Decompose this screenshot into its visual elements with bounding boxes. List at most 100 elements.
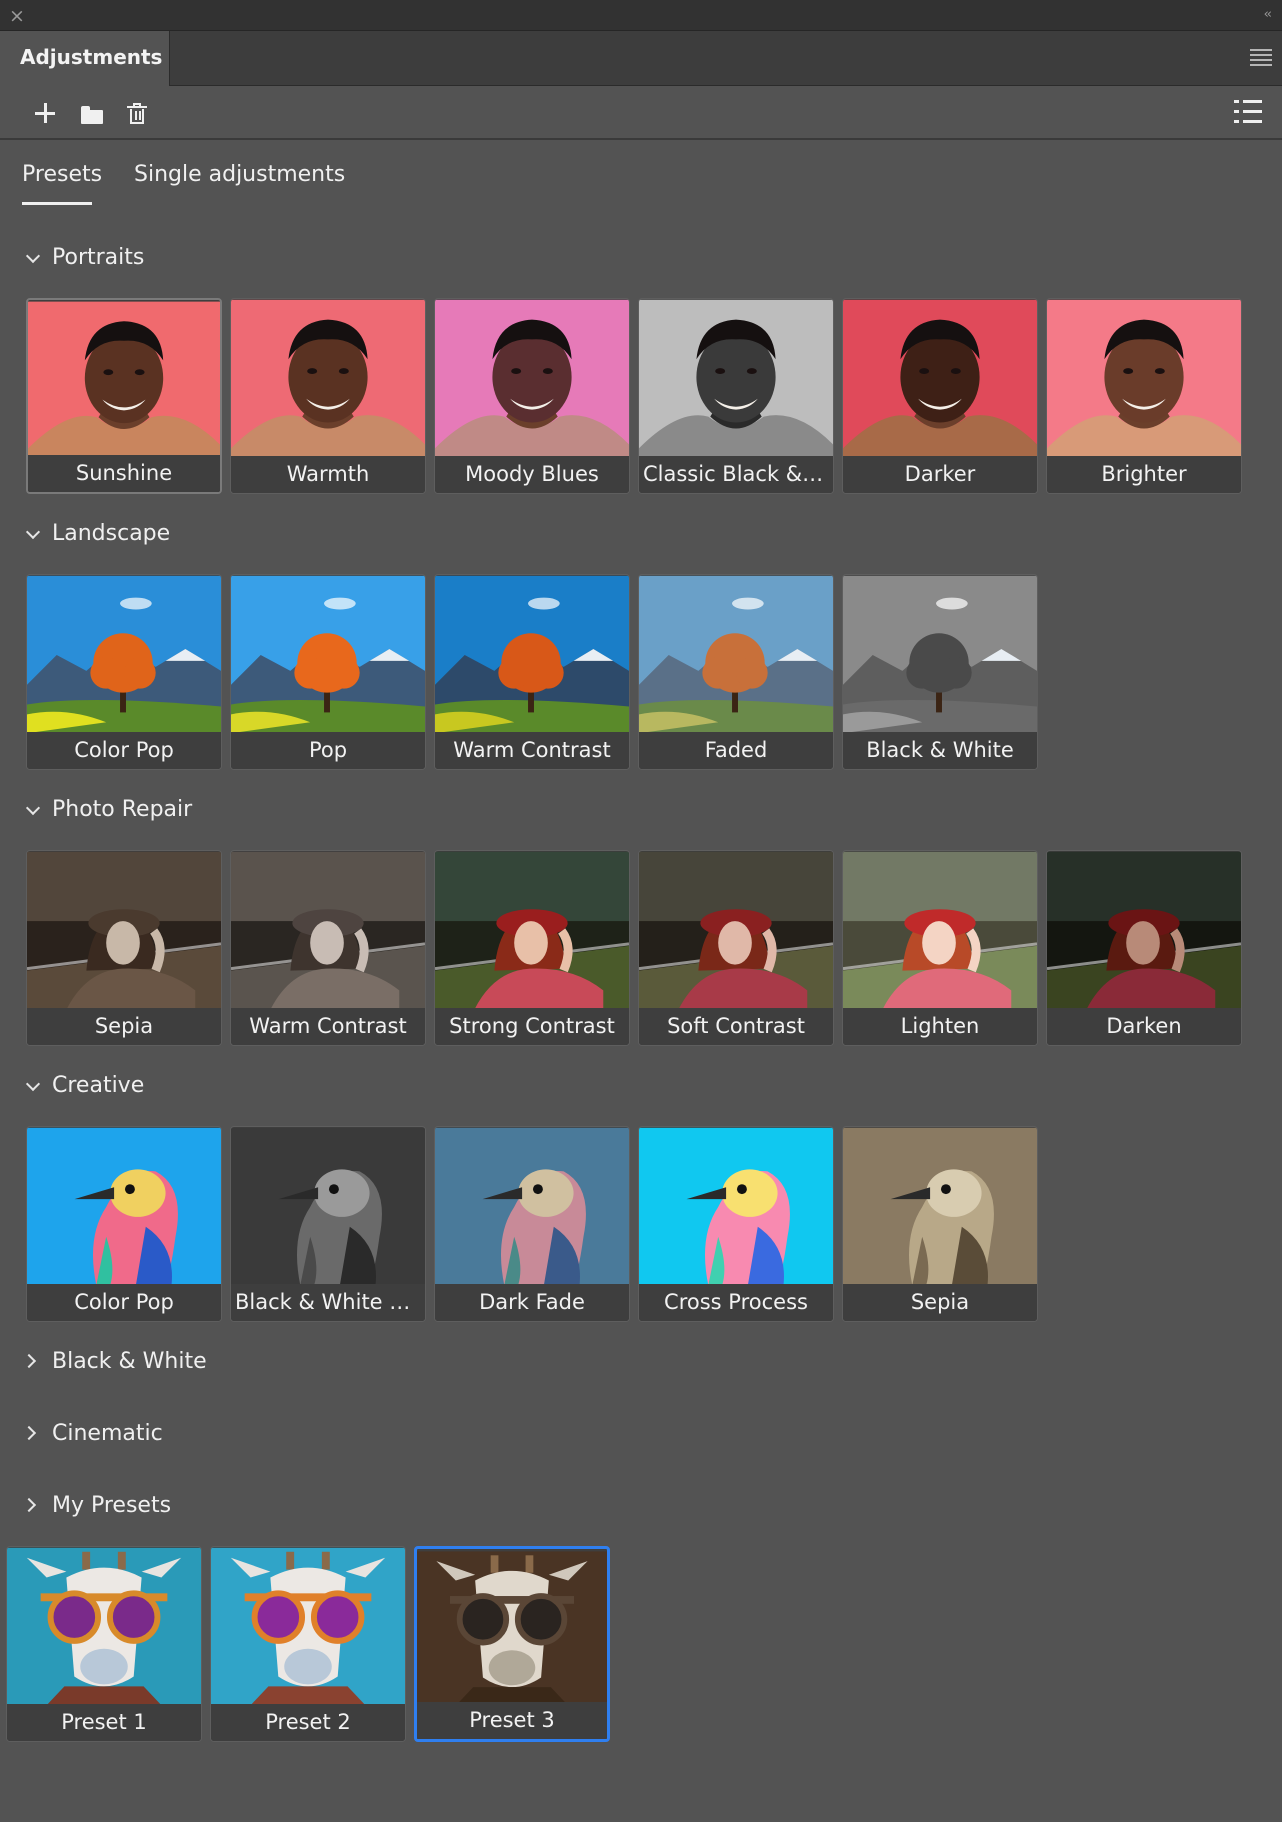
preset-thumbnail — [435, 851, 629, 1010]
section-header-portraits[interactable]: Portraits — [24, 243, 144, 273]
preset-label: Sunshine — [28, 455, 220, 492]
section-title: Creative — [52, 1073, 145, 1098]
folder-icon[interactable] — [78, 98, 108, 128]
close-icon[interactable]: × — [9, 4, 25, 28]
preset-label: Brighter — [1047, 456, 1241, 493]
preset-thumbnail — [231, 1127, 425, 1286]
preset-thumbnail — [1047, 299, 1241, 458]
preset-card[interactable]: Darken — [1046, 850, 1242, 1046]
preset-label: Pop — [231, 732, 425, 769]
preset-label: Darken — [1047, 1008, 1241, 1045]
section-header-black-white[interactable]: Black & White — [21, 1347, 207, 1377]
panel-title-tab[interactable]: Adjustments — [0, 31, 170, 86]
list-view-icon[interactable] — [1234, 98, 1262, 126]
preset-label: Moody Blues — [435, 456, 629, 493]
preset-card[interactable]: Sunshine — [26, 298, 222, 494]
chevron-down-icon — [25, 800, 41, 815]
preset-thumbnail — [231, 575, 425, 734]
preset-card[interactable]: Black & White Ne... — [230, 1126, 426, 1322]
preset-card[interactable]: Soft Contrast — [638, 850, 834, 1046]
preset-label: Color Pop — [27, 732, 221, 769]
preset-card[interactable]: Pop — [230, 574, 426, 770]
preset-label: Warm Contrast — [231, 1008, 425, 1045]
section-header-landscape[interactable]: Landscape — [24, 519, 170, 549]
preset-thumbnail — [843, 1127, 1037, 1286]
preset-thumbnail — [27, 851, 221, 1010]
preset-label: Warmth — [231, 456, 425, 493]
preset-card[interactable]: Black & White — [842, 574, 1038, 770]
preset-label: Black & White — [843, 732, 1037, 769]
preset-card[interactable]: Warm Contrast — [230, 850, 426, 1046]
active-tab-indicator — [22, 202, 92, 205]
landscape-row: Color Pop Pop Warm Contrast Faded Black … — [26, 574, 1038, 770]
chevron-right-icon — [21, 1353, 37, 1368]
preset-thumbnail — [435, 575, 629, 734]
preset-thumbnail — [639, 575, 833, 734]
preset-card-selected[interactable]: Preset 3 — [414, 1546, 610, 1742]
preset-card[interactable]: Preset 1 — [6, 1546, 202, 1742]
preset-card[interactable]: Lighten — [842, 850, 1038, 1046]
tab-presets[interactable]: Presets — [22, 160, 102, 190]
preset-card[interactable]: Warm Contrast — [434, 574, 630, 770]
preset-card[interactable]: Brighter — [1046, 298, 1242, 494]
preset-thumbnail — [211, 1547, 405, 1706]
preset-label: Color Pop — [27, 1284, 221, 1321]
preset-thumbnail — [417, 1549, 607, 1708]
preset-card[interactable]: Color Pop — [26, 1126, 222, 1322]
preset-label: Darker — [843, 456, 1037, 493]
preset-label: Cross Process — [639, 1284, 833, 1321]
preset-card[interactable]: Sepia — [842, 1126, 1038, 1322]
preset-card[interactable]: Faded — [638, 574, 834, 770]
section-header-cinematic[interactable]: Cinematic — [21, 1419, 163, 1449]
preset-label: Preset 2 — [211, 1704, 405, 1741]
preset-thumbnail — [231, 299, 425, 458]
preset-thumbnail — [1047, 851, 1241, 1010]
preset-thumbnail — [435, 299, 629, 458]
preset-card[interactable]: Sepia — [26, 850, 222, 1046]
chevron-down-icon — [25, 1076, 41, 1091]
preset-label: Strong Contrast — [435, 1008, 629, 1045]
my-presets-row: Preset 1 Preset 2 Preset 3 — [6, 1546, 610, 1742]
portraits-row: Sunshine Warmth Moody Blues Classic Blac… — [26, 298, 1242, 494]
panel-toolbar — [0, 86, 1282, 140]
photo-repair-row: Sepia Warm Contrast Strong Contrast Soft… — [26, 850, 1242, 1046]
plus-icon[interactable] — [30, 98, 60, 128]
preset-label: Dark Fade — [435, 1284, 629, 1321]
preset-thumbnail — [27, 1127, 221, 1286]
creative-row: Color Pop Black & White Ne... Dark Fade … — [26, 1126, 1038, 1322]
preset-thumbnail — [231, 851, 425, 1010]
section-title: Cinematic — [52, 1421, 163, 1446]
preset-thumbnail — [843, 851, 1037, 1010]
section-title: Landscape — [52, 521, 171, 546]
preset-card[interactable]: Warmth — [230, 298, 426, 494]
preset-card[interactable]: Color Pop — [26, 574, 222, 770]
preset-thumbnail — [843, 575, 1037, 734]
preset-card[interactable]: Preset 2 — [210, 1546, 406, 1742]
section-header-creative[interactable]: Creative — [24, 1071, 144, 1101]
preset-thumbnail — [843, 299, 1037, 458]
chevron-down-icon — [25, 524, 41, 539]
section-title: Photo Repair — [52, 797, 193, 822]
panel-menu-icon[interactable] — [1250, 49, 1272, 66]
preset-label: Sepia — [27, 1008, 221, 1045]
preset-card[interactable]: Cross Process — [638, 1126, 834, 1322]
preset-card[interactable]: Darker — [842, 298, 1038, 494]
section-header-photo-repair[interactable]: Photo Repair — [24, 795, 192, 825]
preset-card[interactable]: Moody Blues — [434, 298, 630, 494]
preset-label: Sepia — [843, 1284, 1037, 1321]
trash-icon[interactable] — [122, 98, 152, 128]
preset-label: Lighten — [843, 1008, 1037, 1045]
preset-card[interactable]: Classic Black & W... — [638, 298, 834, 494]
collapse-panel-icon[interactable]: ‹‹ — [1264, 5, 1273, 25]
preset-label: Preset 3 — [417, 1702, 607, 1739]
preset-label: Warm Contrast — [435, 732, 629, 769]
section-title: Black & White — [52, 1349, 207, 1374]
panel-header: Adjustments — [0, 31, 1282, 86]
preset-card[interactable]: Strong Contrast — [434, 850, 630, 1046]
preset-thumbnail — [435, 1127, 629, 1286]
preset-card[interactable]: Dark Fade — [434, 1126, 630, 1322]
chevron-down-icon — [25, 248, 41, 263]
tab-single-adjustments[interactable]: Single adjustments — [134, 160, 345, 190]
chevron-right-icon — [21, 1425, 37, 1440]
section-header-my-presets[interactable]: My Presets — [21, 1491, 171, 1521]
